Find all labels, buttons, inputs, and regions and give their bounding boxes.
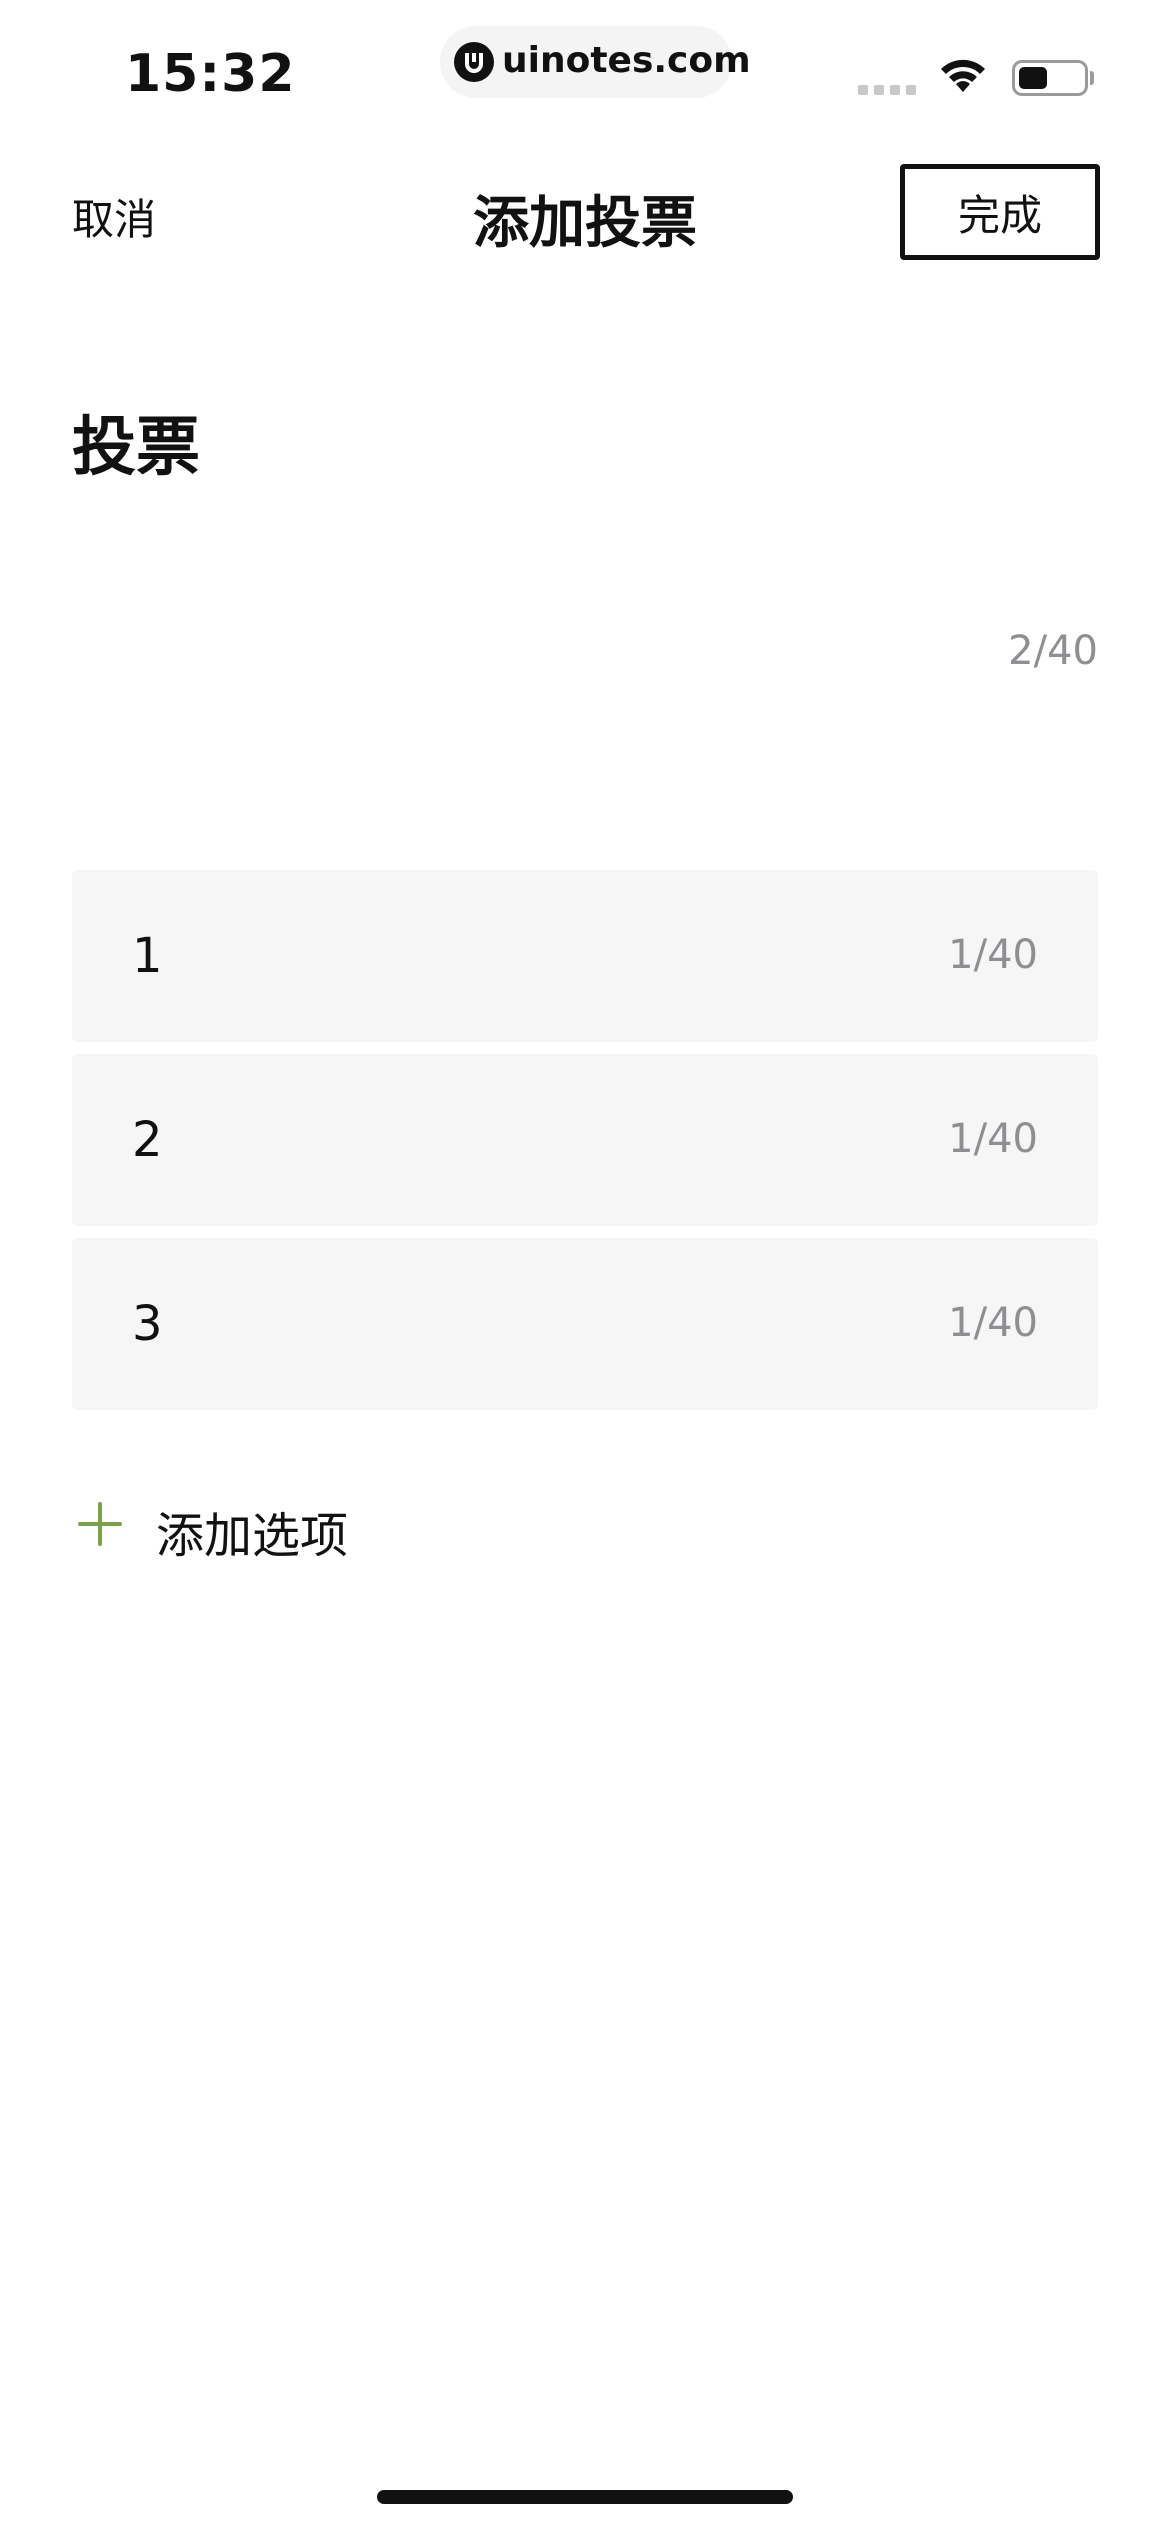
title-char-counter: 2/40 (1008, 628, 1098, 674)
option-text: 2 (132, 1112, 163, 1168)
cancel-button[interactable]: 取消 (72, 186, 156, 247)
vote-title-input[interactable]: 投票 (72, 396, 200, 488)
option-text: 3 (132, 1296, 163, 1352)
add-option-label: 添加选项 (156, 1508, 349, 1564)
option-char-counter: 1/40 (948, 1116, 1038, 1162)
battery-cap (1090, 71, 1094, 85)
option-char-counter: 1/40 (948, 932, 1038, 978)
add-option-button[interactable]: 添加选项 (72, 1486, 472, 1566)
option-item-1[interactable]: 1 1/40 (72, 870, 1098, 1042)
plus-icon (78, 1502, 122, 1546)
url-text: uinotes.com (502, 40, 751, 81)
status-time: 15:32 (125, 44, 296, 104)
home-indicator[interactable] (377, 2490, 793, 2504)
cellular-signal-icon (858, 85, 918, 95)
done-button[interactable]: 完成 (900, 164, 1100, 260)
option-char-counter: 1/40 (948, 1300, 1038, 1346)
battery-icon (1012, 60, 1088, 96)
battery-level (1019, 67, 1047, 89)
url-pill[interactable]: uinotes.com (440, 26, 751, 98)
option-item-2[interactable]: 2 1/40 (72, 1054, 1098, 1226)
site-logo-icon (454, 42, 494, 82)
option-item-3[interactable]: 3 1/40 (72, 1238, 1098, 1410)
wifi-icon (941, 59, 985, 92)
status-bar: 15:32 uinotes.com (0, 0, 1170, 140)
option-text: 1 (132, 928, 163, 984)
